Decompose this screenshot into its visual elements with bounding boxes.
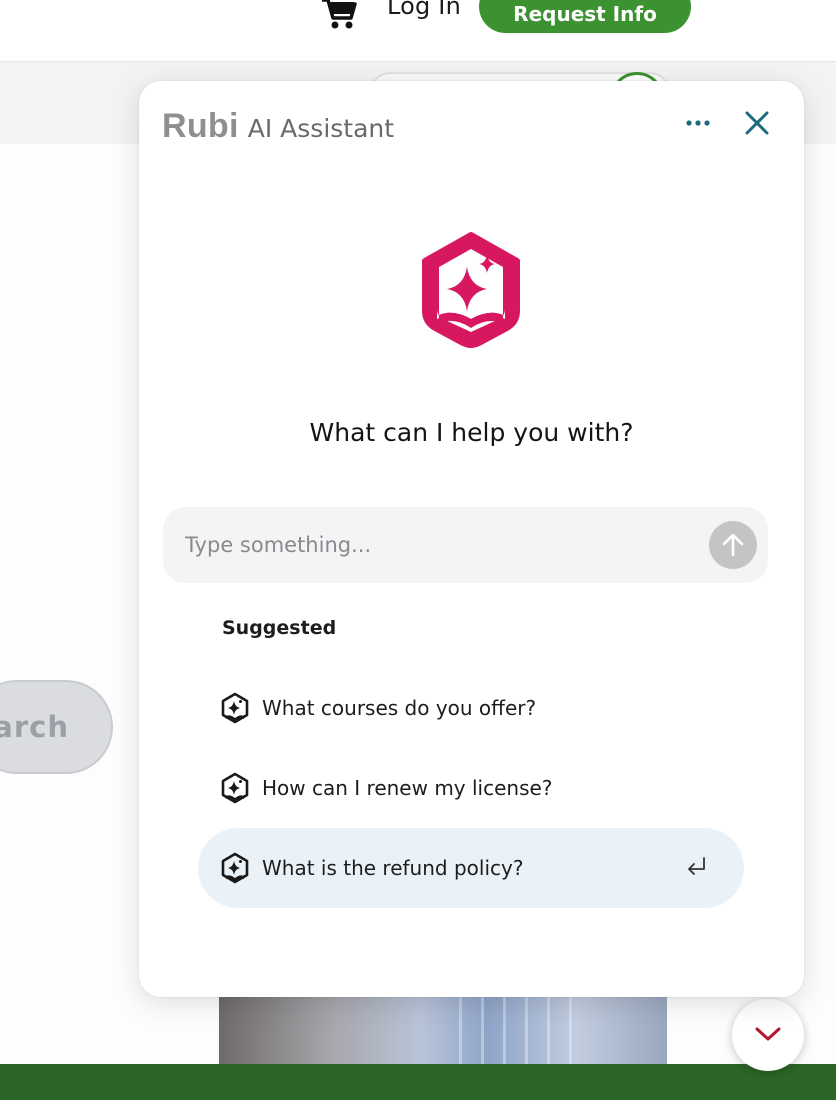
arrow-up-icon (722, 533, 744, 557)
suggested-heading: Suggested (222, 617, 337, 639)
enter-return-icon (688, 857, 705, 875)
send-button[interactable] (709, 521, 757, 569)
footer-bar (0, 1064, 836, 1100)
more-horizontal-icon[interactable] (682, 111, 714, 135)
suggestion-item[interactable]: How can I renew my license? (198, 748, 744, 828)
brand-name: Rubi (162, 107, 239, 145)
sparkle-badge-icon (221, 852, 249, 884)
login-link[interactable]: Log In (387, 0, 461, 20)
suggestion-label: What is the refund policy? (262, 856, 524, 880)
assistant-panel: Rubi AI Assistant What can I help you wi… (139, 81, 804, 997)
search-button[interactable]: earch (0, 680, 113, 774)
suggestion-label: What courses do you offer? (262, 696, 537, 720)
message-input-box (163, 507, 768, 583)
welcome-headline: What can I help you with? (309, 418, 634, 447)
assistant-brand: Rubi AI Assistant (162, 107, 394, 146)
site-header: Log In Request Info (0, 0, 836, 62)
cart-icon[interactable] (320, 0, 358, 30)
sparkle-badge-icon (221, 772, 249, 804)
close-icon[interactable] (742, 108, 772, 138)
brand-suffix: AI Assistant (247, 114, 395, 143)
page: Log In Request Info earch Rubi AI Assist… (0, 0, 836, 1100)
request-info-button[interactable]: Request Info (479, 0, 691, 33)
scroll-down-button[interactable] (732, 999, 804, 1071)
suggestion-item[interactable]: What courses do you offer? (198, 668, 744, 748)
rubi-logo-icon (422, 232, 520, 348)
suggestion-label: How can I renew my license? (262, 776, 553, 800)
message-input[interactable] (185, 523, 685, 567)
suggestion-item-active[interactable]: What is the refund policy? (198, 828, 744, 908)
sparkle-badge-icon (221, 692, 249, 724)
chevron-down-icon (755, 1027, 781, 1041)
hero-photo (219, 990, 667, 1070)
